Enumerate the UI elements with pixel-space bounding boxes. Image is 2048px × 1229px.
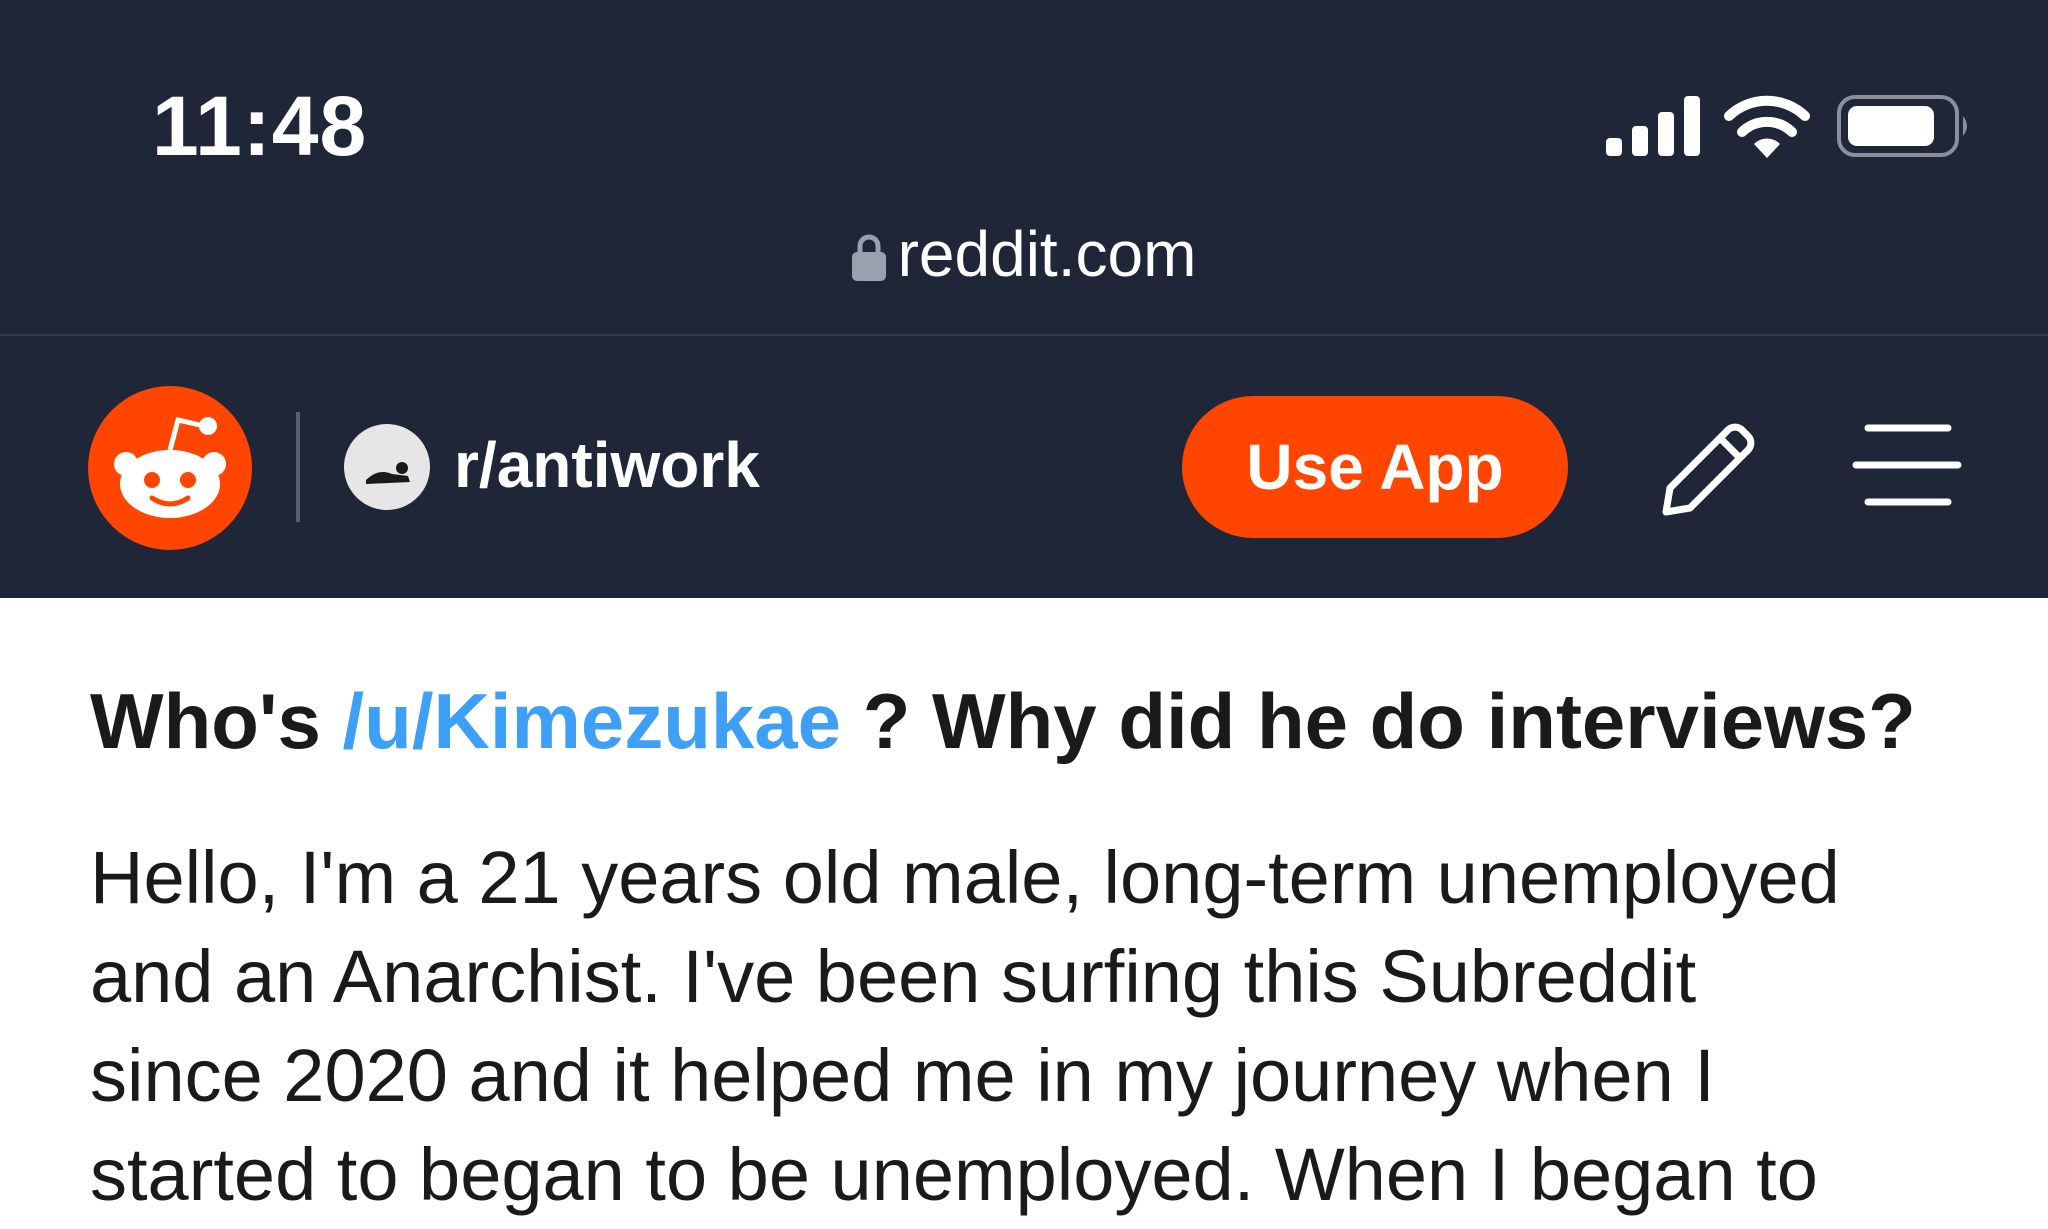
lock-icon	[851, 234, 886, 281]
url-text: reddit.com	[897, 218, 1197, 290]
pencil-icon[interactable]	[1652, 416, 1762, 526]
hamburger-menu-icon[interactable]	[1852, 420, 1962, 510]
post-body-line: Hello, I'm a 21 years old male, long-ter…	[90, 836, 1840, 919]
address-bar[interactable]: reddit.com	[0, 214, 2048, 294]
subreddit-avatar[interactable]	[344, 424, 430, 510]
post-body: Hello, I'm a 21 years old male, long-ter…	[90, 828, 1990, 1224]
wifi-icon	[1724, 95, 1810, 158]
cellular-signal-icon	[1606, 96, 1700, 156]
post-title-prefix: Who's	[90, 677, 343, 765]
battery-icon	[1837, 95, 1967, 157]
use-app-button[interactable]: Use App	[1182, 396, 1568, 538]
reddit-snoo-icon[interactable]	[88, 386, 252, 550]
header-separator	[296, 412, 300, 522]
post-title-suffix: ? Why did he do interviews?	[841, 677, 1916, 765]
reddit-header: r/antiwork Use App	[0, 336, 2048, 598]
post-body-line: and an Anarchist. I've been surfing this…	[90, 935, 1697, 1018]
subreddit-name[interactable]: r/antiwork	[454, 428, 760, 502]
post-body-line: started to began to be unemployed. When …	[90, 1133, 1818, 1216]
status-time: 11:48	[152, 79, 368, 173]
post-title: Who's /u/Kimezukae ? Why did he do inter…	[90, 676, 1990, 767]
user-link[interactable]: /u/Kimezukae	[343, 677, 842, 765]
post-body-line: since 2020 and it helped me in my journe…	[90, 1034, 1715, 1117]
status-bar: 11:48 reddit.com	[0, 0, 2048, 335]
